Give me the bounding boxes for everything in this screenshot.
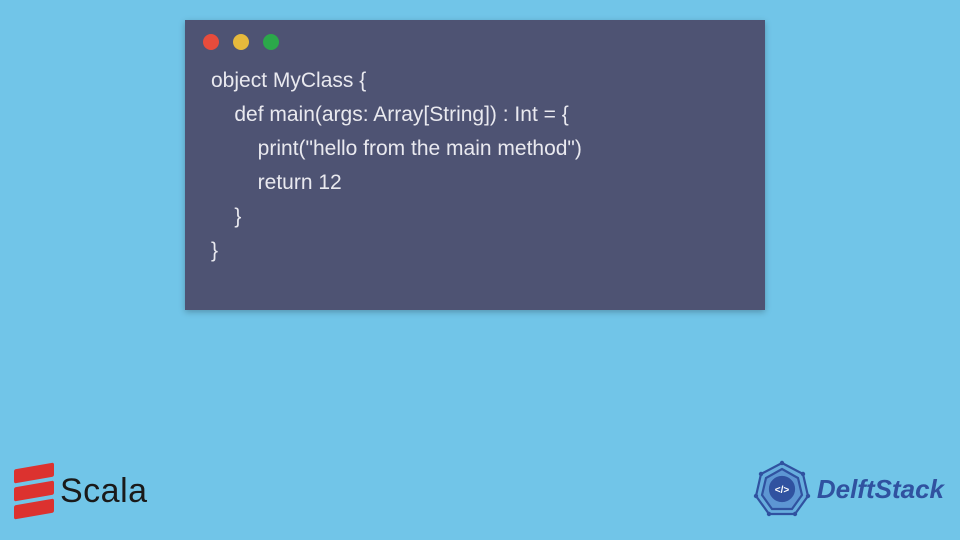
delftstack-logo: </> DelftStack — [753, 460, 944, 518]
close-dot-icon — [203, 34, 219, 50]
code-line: object MyClass { — [211, 69, 366, 92]
code-window: object MyClass { def main(args: Array[St… — [185, 20, 765, 310]
code-line: } — [211, 239, 218, 262]
code-line: return 12 — [211, 171, 342, 194]
scala-mark-icon — [14, 462, 54, 520]
delftstack-label: DelftStack — [817, 474, 944, 505]
delftstack-icon: </> — [753, 460, 811, 518]
minimize-dot-icon — [233, 34, 249, 50]
code-line: } — [211, 205, 241, 228]
maximize-dot-icon — [263, 34, 279, 50]
scala-logo: Scala — [14, 462, 148, 520]
scala-label: Scala — [60, 472, 148, 511]
code-block: object MyClass { def main(args: Array[St… — [185, 56, 765, 278]
code-line: def main(args: Array[String]) : Int = { — [211, 103, 569, 126]
svg-text:</>: </> — [775, 485, 790, 496]
window-controls — [185, 20, 765, 56]
code-line: print("hello from the main method") — [211, 137, 582, 160]
